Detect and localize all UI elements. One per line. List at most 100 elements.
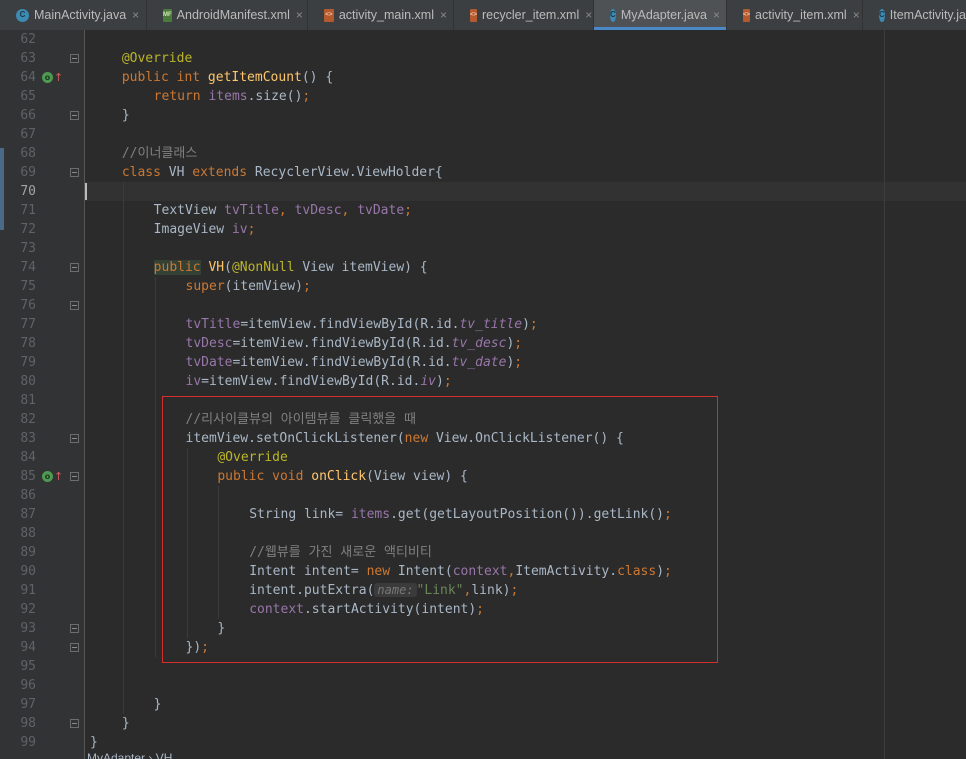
code-token: RecyclerView.ViewHolder{ xyxy=(254,165,443,180)
fold-icon[interactable] xyxy=(70,643,79,652)
code-line[interactable]: //웹뷰를 가진 새로운 액티비티 xyxy=(249,543,432,562)
close-icon[interactable]: × xyxy=(296,8,303,22)
close-icon[interactable]: × xyxy=(132,8,139,22)
fold-icon[interactable] xyxy=(70,719,79,728)
code-line[interactable]: class VH extends RecyclerView.ViewHolder… xyxy=(122,163,443,182)
code-line[interactable]: public int getItemCount() { xyxy=(122,68,333,87)
tab-myadapter-java[interactable]: C MyAdapter.java × xyxy=(594,0,727,30)
code-line[interactable]: iv=itemView.findViewById(R.id.iv); xyxy=(186,372,452,391)
line-number: 82 xyxy=(20,412,36,427)
code-token: ; xyxy=(302,279,311,294)
code-line[interactable]: //이너클래스 xyxy=(122,144,197,163)
fold-icon[interactable] xyxy=(70,263,79,272)
code-line[interactable]: tvDesc=itemView.findViewById(R.id.tv_des… xyxy=(186,334,523,353)
code-token: } xyxy=(153,697,162,712)
tab-label: ItemActivity.java xyxy=(889,8,966,22)
tab-androidmanifest-xml[interactable]: MF AndroidManifest.xml × xyxy=(147,0,308,30)
line-number: 62 xyxy=(20,32,36,47)
code-token: ; xyxy=(476,602,484,617)
code-token: } xyxy=(217,621,226,636)
line-number: 68 xyxy=(20,146,36,161)
code-line[interactable]: }); xyxy=(186,638,209,657)
code-token: ; xyxy=(302,89,311,104)
right-margin-guide xyxy=(884,30,885,759)
fold-icon[interactable] xyxy=(70,434,79,443)
code-token: onClick xyxy=(311,469,367,484)
line-number: 79 xyxy=(20,355,36,370)
code-line[interactable]: } xyxy=(154,695,162,714)
code-line[interactable]: } xyxy=(90,733,98,752)
code-line[interactable]: String link= items.get(getLayoutPosition… xyxy=(249,505,672,524)
close-icon[interactable]: × xyxy=(440,8,447,22)
code-line[interactable]: tvDate=itemView.findViewById(R.id.tv_dat… xyxy=(186,353,523,372)
line-number-gutter[interactable]: 62 63 64 o ↑ 65 66 67 68 69 70 71 72 73 74 75 76 77 78 79 80… xyxy=(0,30,84,759)
line-number: 75 xyxy=(20,279,36,294)
code-token: (View view) { xyxy=(366,469,468,484)
class-icon: C xyxy=(879,8,885,22)
code-token: ; xyxy=(443,374,452,389)
close-icon[interactable]: × xyxy=(713,8,720,22)
tab-recycler-item-xml[interactable]: <> recycler_item.xml × xyxy=(454,0,594,30)
code-line[interactable]: } xyxy=(122,714,130,733)
line-number: 99 xyxy=(20,735,36,750)
code-line[interactable]: context.startActivity(intent); xyxy=(249,600,484,619)
code-line[interactable]: } xyxy=(122,106,130,125)
close-icon[interactable]: × xyxy=(853,8,860,22)
line-number: 86 xyxy=(20,488,36,503)
code-line[interactable]: } xyxy=(217,619,225,638)
code-token: iv xyxy=(420,374,436,389)
code-line[interactable]: public void onClick(View view) { xyxy=(217,467,467,486)
tab-mainactivity-java[interactable]: C MainActivity.java × xyxy=(0,0,147,30)
tab-activity-item-xml[interactable]: <> activity_item.xml × xyxy=(727,0,863,30)
code-line[interactable]: itemView.setOnClickListener(new View.OnC… xyxy=(186,429,624,448)
code-line[interactable]: super(itemView); xyxy=(186,277,311,296)
code-token: //웹뷰를 가진 새로운 액티비티 xyxy=(249,545,432,560)
line-number: 63 xyxy=(20,51,36,66)
code-token: } xyxy=(121,716,130,731)
line-number: 77 xyxy=(20,317,36,332)
fold-icon[interactable] xyxy=(70,301,79,310)
code-token: ( xyxy=(224,260,232,275)
code-token: tvDesc xyxy=(185,336,233,351)
editor-tab-bar: C MainActivity.java × MF AndroidManifest.xml… xyxy=(0,0,966,31)
code-token: =itemView.findViewById(R.id. xyxy=(240,317,460,332)
code-token: intent.putExtra( xyxy=(249,583,375,598)
code-line[interactable]: ImageView iv; xyxy=(154,220,256,239)
line-number: 84 xyxy=(20,450,36,465)
code-token: =itemView.findViewById(R.id. xyxy=(232,355,452,370)
code-line[interactable]: tvTitle=itemView.findViewById(R.id.tv_ti… xyxy=(186,315,538,334)
code-token: public int xyxy=(121,70,208,85)
code-line[interactable]: @Override xyxy=(217,448,287,467)
line-number: 87 xyxy=(20,507,36,522)
fold-icon[interactable] xyxy=(70,472,79,481)
code-line[interactable]: return items.size(); xyxy=(154,87,311,106)
line-number: 65 xyxy=(20,89,36,104)
fold-icon[interactable] xyxy=(70,54,79,63)
code-line[interactable]: @Override xyxy=(122,49,192,68)
breadcrumb[interactable]: MyAdapter › VH xyxy=(85,751,966,759)
code-line[interactable]: Intent intent= new Intent(context,ItemAc… xyxy=(249,562,672,581)
tab-itemactivity-java[interactable]: C ItemActivity.java xyxy=(863,0,966,30)
code-token: @Override xyxy=(121,51,193,66)
line-number: 89 xyxy=(20,545,36,560)
indent-guide xyxy=(154,277,156,657)
code-editor[interactable]: @Override public int getItemCount() {retu… xyxy=(85,30,966,759)
code-token: context xyxy=(452,564,508,579)
code-token: public xyxy=(153,260,201,275)
code-token: View.OnClickListener() { xyxy=(435,431,624,446)
code-line[interactable]: //리사이클뷰의 아이템뷰를 클릭했을 때 xyxy=(186,410,417,429)
fold-icon[interactable] xyxy=(70,111,79,120)
close-icon[interactable]: × xyxy=(585,8,592,22)
line-number: 71 xyxy=(20,203,36,218)
fold-icon[interactable] xyxy=(70,624,79,633)
code-line[interactable]: TextView tvTitle, tvDesc, tvDate; xyxy=(154,201,412,220)
fold-icon[interactable] xyxy=(70,168,79,177)
code-line[interactable]: intent.putExtra(name: "Link",link); xyxy=(249,581,518,600)
override-icon[interactable]: o xyxy=(42,72,53,83)
tab-activity-main-xml[interactable]: <> activity_main.xml × xyxy=(308,0,454,30)
code-token: VH xyxy=(168,165,193,180)
line-number: 95 xyxy=(20,659,36,674)
line-number: 78 xyxy=(20,336,36,351)
override-icon[interactable]: o xyxy=(42,471,53,482)
code-line[interactable]: public VH(@NonNull View itemView) { xyxy=(153,258,428,277)
